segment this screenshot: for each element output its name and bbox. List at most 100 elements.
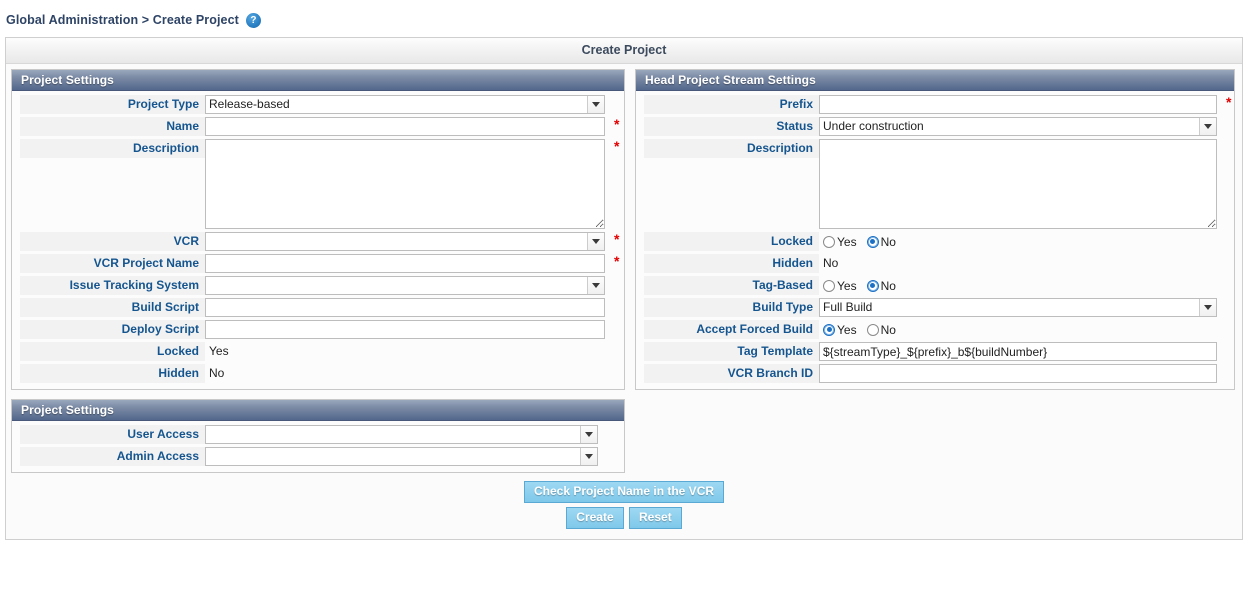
row-vcr-branch-id: VCR Branch ID [636,364,1234,383]
radiogroup-tag-based[interactable]: Yes No [819,276,896,295]
row-vcr-project-name: VCR Project Name * [12,254,624,273]
label-build-type: Build Type [644,298,819,317]
row-issue-tracking-system: Issue Tracking System [12,276,624,295]
label-project-type: Project Type [20,95,205,114]
input-build-script[interactable] [205,298,605,317]
select-build-type[interactable]: Full Build [819,298,1217,317]
input-tag-template[interactable] [819,342,1217,361]
label-prefix: Prefix [644,95,819,114]
select-project-type-value: Release-based [209,97,290,111]
row-status: Status Under construction [636,117,1234,136]
select-issue-tracking-system[interactable] [205,276,605,295]
radio-dot-icon [823,323,835,336]
panel-project-settings-header: Project Settings [12,70,624,91]
reset-button[interactable]: Reset [629,507,682,529]
label-vcr-branch-id: VCR Branch ID [644,364,819,383]
input-deploy-script[interactable] [205,320,605,339]
label-description: Description [20,139,205,158]
label-tag-template: Tag Template [644,342,819,361]
chevron-down-icon[interactable] [580,426,597,443]
radio-accept-forced-build-yes[interactable]: Yes [823,323,857,337]
label-stream-description: Description [644,139,819,158]
row-description: Description * [12,139,624,229]
row-hidden: Hidden No [12,364,624,383]
textarea-description[interactable] [205,139,605,229]
radio-dot-icon [866,279,879,292]
panel-columns: Project Settings Project Type Release-ba… [11,69,1237,390]
row-stream-hidden: Hidden No [636,254,1234,273]
chevron-down-icon[interactable] [1199,299,1216,316]
breadcrumb: Global Administration > Create Project ? [0,0,1250,34]
select-admin-access[interactable] [205,447,598,466]
required-asterisk-vcr-project-name: * [614,253,620,269]
select-build-type-value: Full Build [823,300,873,314]
label-admin-access: Admin Access [20,447,205,466]
panel-project-settings: Project Settings Project Type Release-ba… [11,69,625,390]
required-asterisk-name: * [614,116,620,132]
radio-tag-based-yes[interactable]: Yes [823,279,857,293]
panel-project-settings-body: Project Type Release-based Name * Descri… [12,91,624,389]
radio-stream-locked-no[interactable]: No [866,234,896,249]
radio-tag-based-no-label: No [880,278,896,293]
required-asterisk-description: * [614,138,620,154]
check-project-name-in-vcr-button[interactable]: Check Project Name in the VCR [523,481,725,503]
chevron-down-icon[interactable] [587,277,604,294]
radio-accept-forced-build-no[interactable]: No [866,322,896,337]
row-deploy-script: Deploy Script [12,320,624,339]
select-user-access[interactable] [205,425,598,444]
row-tag-based: Tag-Based Yes No [636,276,1234,295]
textarea-stream-description[interactable] [819,139,1217,229]
label-accept-forced-build: Accept Forced Build [644,320,819,339]
row-locked: Locked Yes [12,342,624,361]
value-stream-hidden: No [823,256,839,270]
row-admin-access: Admin Access [12,447,624,466]
select-vcr[interactable] [205,232,605,251]
select-user-access-value [206,426,580,443]
radio-stream-locked-yes[interactable]: Yes [823,235,857,249]
input-vcr-branch-id[interactable] [819,364,1217,383]
chevron-down-icon[interactable] [587,233,604,250]
row-vcr: VCR * [12,232,624,251]
label-hidden: Hidden [20,364,205,383]
select-admin-access-value [206,448,580,465]
radio-dot-icon [866,235,879,248]
radio-accept-forced-build-no-label: No [880,322,896,337]
radiogroup-stream-locked[interactable]: Yes No [819,232,896,251]
label-name: Name [20,117,205,136]
page-title: Create Project [6,38,1242,64]
radio-accept-forced-build-yes-label: Yes [837,322,857,337]
panel-access-settings-header: Project Settings [12,400,624,421]
label-build-script: Build Script [20,298,205,317]
label-vcr: VCR [20,232,205,251]
label-stream-hidden: Hidden [644,254,819,273]
radiogroup-accept-forced-build[interactable]: Yes No [819,320,896,339]
row-project-type: Project Type Release-based [12,95,624,114]
label-deploy-script: Deploy Script [20,320,205,339]
panel-access-settings: Project Settings User Access Admin Acces… [11,399,625,473]
help-icon[interactable]: ? [245,12,261,28]
form-body: Project Settings Project Type Release-ba… [6,64,1242,539]
radio-dot-icon [866,323,879,336]
label-vcr-project-name: VCR Project Name [20,254,205,273]
input-name[interactable] [205,117,605,136]
create-button[interactable]: Create [566,507,624,529]
select-vcr-value [206,233,587,250]
radio-tag-based-no[interactable]: No [866,278,896,293]
input-vcr-project-name[interactable] [205,254,605,273]
chevron-down-icon[interactable] [580,448,597,465]
create-project-container: Create Project Project Settings Project … [5,37,1243,540]
row-stream-description: Description [636,139,1234,229]
input-prefix[interactable] [819,95,1217,114]
radio-stream-locked-no-label: No [880,234,896,249]
radio-stream-locked-yes-label: Yes [837,234,857,249]
radio-tag-based-yes-label: Yes [837,278,857,293]
select-status[interactable]: Under construction [819,117,1217,136]
chevron-down-icon[interactable] [1199,118,1216,135]
required-asterisk-prefix: * [1226,94,1232,110]
select-project-type[interactable]: Release-based [205,95,605,114]
row-name: Name * [12,117,624,136]
row-stream-locked: Locked Yes No [636,232,1234,251]
chevron-down-icon[interactable] [587,96,604,113]
select-status-value: Under construction [823,119,924,133]
row-build-type: Build Type Full Build [636,298,1234,317]
